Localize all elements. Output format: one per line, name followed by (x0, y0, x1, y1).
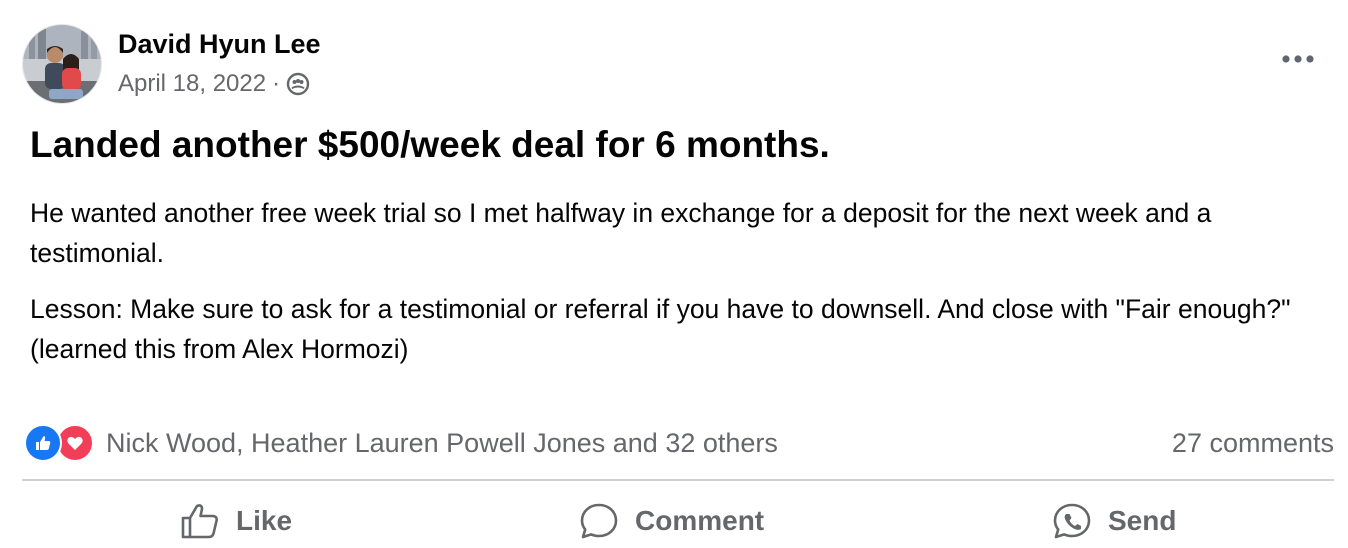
reactions-summary[interactable]: Nick Wood, Heather Lauren Powell Jones a… (24, 424, 778, 462)
post-headline: Landed another $500/week deal for 6 mont… (30, 124, 830, 165)
action-bar: Like Comment Send (0, 494, 1348, 548)
comment-button[interactable]: Comment (579, 494, 764, 548)
avatar-photo (23, 25, 101, 103)
meta-separator: · (272, 70, 281, 97)
send-button[interactable]: Send (1052, 494, 1176, 548)
post-paragraph: He wanted another free week trial so I m… (30, 198, 1212, 268)
post-header: David Hyun Lee April 18, 2022 · (22, 24, 321, 104)
more-dots-icon (1282, 55, 1314, 63)
author-avatar[interactable] (22, 24, 102, 104)
post-body: He wanted another free week trial so I m… (30, 193, 1330, 385)
send-label: Send (1108, 505, 1177, 536)
post-paragraph: Lesson: Make sure to ask for a testimoni… (30, 294, 1291, 364)
reaction-icons (24, 424, 94, 462)
messenger-icon (1053, 503, 1091, 539)
divider (22, 479, 1334, 481)
post-meta: April 18, 2022 · (118, 69, 321, 99)
post-date[interactable]: April 18, 2022 (118, 69, 266, 99)
comment-label: Comment (635, 505, 765, 536)
reactors-text[interactable]: Nick Wood, Heather Lauren Powell Jones a… (106, 428, 778, 459)
like-reaction-icon (24, 424, 62, 462)
author-block: David Hyun Lee April 18, 2022 · (118, 27, 321, 99)
author-name[interactable]: David Hyun Lee (118, 27, 321, 61)
post-card: David Hyun Lee April 18, 2022 · Landed a… (0, 0, 1348, 548)
more-options-button[interactable] (1278, 44, 1318, 74)
comment-bubble-icon (580, 503, 618, 539)
like-button[interactable]: Like (180, 494, 292, 548)
group-icon[interactable] (286, 72, 310, 96)
comments-count[interactable]: 27 comments (1172, 428, 1334, 459)
like-label: Like (236, 505, 293, 536)
thumbs-up-icon (181, 504, 218, 539)
